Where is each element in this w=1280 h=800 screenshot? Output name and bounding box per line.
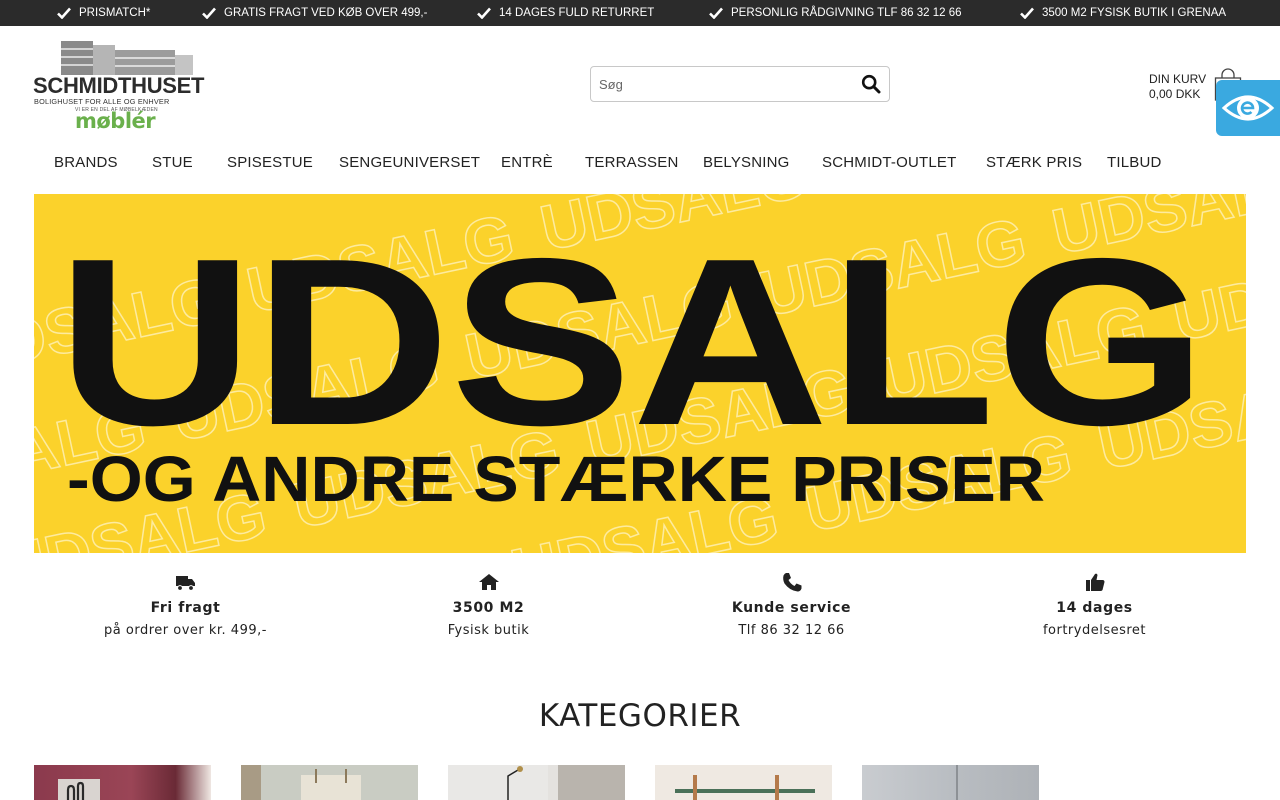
nav-item-spisestue[interactable]: SPISESTUE [227, 145, 313, 181]
topbar-item-label: 3500 M2 FYSISK BUTIK I GRENAA [1042, 7, 1227, 19]
topbar-item: 14 DAGES FULD RETURRET [477, 0, 654, 26]
usp-subtitle: Tlf 86 32 12 66 [738, 623, 845, 638]
usp-topbar: PRISMATCH* GRATIS FRAGT VED KØB OVER 499… [0, 0, 1280, 26]
usp-customer-service: Kunde service Tlf 86 32 12 66 [640, 572, 943, 638]
usp-title: Kunde service [731, 600, 852, 616]
nav-item-sengeuniverset[interactable]: SENGEUNIVERSET [339, 145, 480, 181]
topbar-item: GRATIS FRAGT VED KØB OVER 499,- [202, 0, 427, 26]
category-image [241, 765, 418, 800]
categories-heading: KATEGORIER [538, 698, 742, 734]
checkmark-icon [1020, 7, 1034, 19]
usp-free-shipping: Fri fragt på ordrer over kr. 499,- [34, 572, 337, 638]
topbar-item-label: GRATIS FRAGT VED KØB OVER 499,- [224, 7, 428, 19]
category-tile[interactable] [34, 765, 211, 800]
hero-banner[interactable]: UDSALG UDSALG UDSALG UDSALG UDSALG UDSAL… [34, 194, 1246, 553]
topbar-item: 3500 M2 FYSISK BUTIK I GRENAA [1020, 0, 1226, 26]
checkmark-icon [477, 7, 491, 19]
usp-store-size: 3500 M2 Fysisk butik [337, 572, 640, 638]
nav-item-brands[interactable]: BRANDS [54, 145, 118, 181]
category-tile[interactable] [241, 765, 418, 800]
eye-icon [1221, 95, 1275, 121]
search-icon[interactable] [861, 74, 881, 94]
phone-icon [782, 573, 801, 592]
hero-subline: -OG ANDRE STÆRKE PRISER [67, 443, 1045, 515]
topbar-item: PERSONLIG RÅDGIVNING TLF 86 32 12 66 [709, 0, 962, 26]
category-image [655, 765, 832, 800]
cart-summary[interactable]: DIN KURV 0,00 DKK [1149, 72, 1206, 102]
nav-item-schmidt-outlet[interactable]: SCHMIDT-OUTLET [822, 145, 956, 181]
checkmark-icon [57, 7, 71, 19]
cart-currency: DKK [1175, 87, 1201, 101]
topbar-item: PRISMATCH* [57, 0, 150, 26]
building-logo-mark [61, 41, 193, 75]
hero-headline: UDSALG [57, 210, 1207, 475]
site-logo[interactable]: SCHMIDTHUSET BOLIGHUSET FOR ALLE OG ENHV… [33, 41, 204, 135]
accessibility-widget[interactable] [1216, 80, 1280, 136]
usp-subtitle: på ordrer over kr. 499,- [104, 623, 267, 638]
topbar-item-label: PRISMATCH* [79, 7, 151, 19]
cart-amount: 0,00 [1149, 87, 1173, 101]
usp-title: 14 dages [1056, 600, 1133, 616]
thumbs-up-icon [1085, 573, 1104, 591]
checkmark-icon [709, 7, 723, 19]
nav-item-belysning[interactable]: BELYSNING [703, 145, 790, 181]
category-tile[interactable] [448, 765, 625, 800]
usp-title: 3500 M2 [452, 600, 525, 616]
category-image [448, 765, 625, 800]
nav-item-stue[interactable]: STUE [152, 145, 193, 181]
category-tile[interactable] [862, 765, 1039, 800]
topbar-item-label: 14 DAGES FULD RETURRET [499, 7, 655, 19]
usp-return-policy: 14 dages fortrydelsesret [943, 572, 1246, 638]
checkmark-icon [202, 7, 216, 19]
search-box [590, 66, 890, 102]
nav-item-entre[interactable]: ENTRÈ [501, 145, 553, 181]
hero-artwork: UDSALG UDSALG UDSALG UDSALG UDSALG UDSAL… [34, 194, 1246, 553]
usp-subtitle: Fysisk butik [447, 623, 530, 638]
cart-label: DIN KURV [1149, 72, 1207, 86]
usp-subtitle: fortrydelsesret [1042, 623, 1147, 638]
search-input[interactable] [591, 67, 851, 101]
nav-item-terrassen[interactable]: TERRASSEN [585, 145, 679, 181]
category-image [956, 765, 958, 800]
category-tile[interactable] [655, 765, 832, 800]
category-image [58, 779, 100, 800]
truck-icon [175, 576, 195, 591]
nav-item-staerk-pris[interactable]: STÆRK PRIS [986, 145, 1082, 181]
topbar-item-label: PERSONLIG RÅDGIVNING TLF 86 32 12 66 [731, 7, 962, 19]
partner-logo: møblér [75, 109, 156, 133]
logo-tagline: BOLIGHUSET FOR ALLE OG ENHVER [34, 97, 170, 106]
usp-title: Fri fragt [150, 600, 221, 616]
nav-item-tilbud[interactable]: TILBUD [1107, 145, 1162, 181]
home-icon [478, 574, 499, 590]
logo-wordmark: SCHMIDTHUSET [33, 73, 205, 98]
main-navigation: BRANDS STUE SPISESTUE SENGEUNIVERSET ENT… [34, 145, 1246, 181]
